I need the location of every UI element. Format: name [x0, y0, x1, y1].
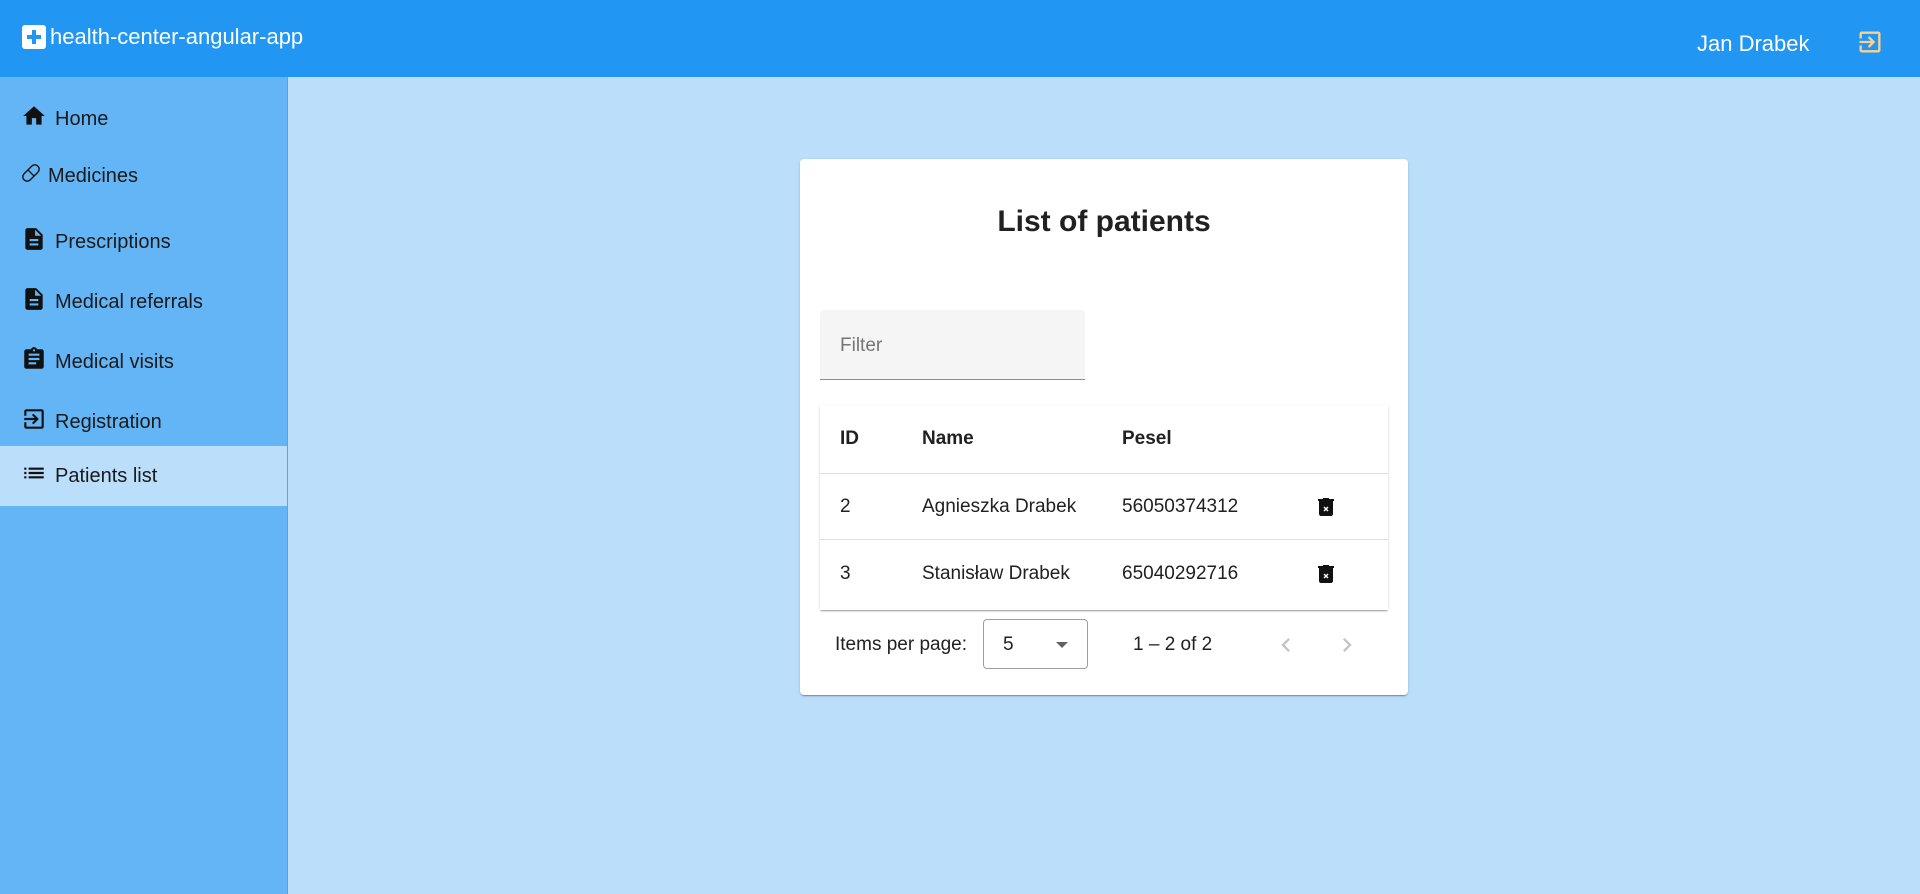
paginator: Items per page: 5 1 – 2 of 2 — [800, 610, 1408, 680]
table-row: 3 Stanisław Drabek 65040292716 — [820, 541, 1388, 607]
page-range-label: 1 – 2 of 2 — [1133, 634, 1213, 655]
sidebar-item-label: Home — [55, 107, 109, 130]
sidebar-item-label: Registration — [55, 410, 162, 433]
list-icon — [21, 460, 47, 486]
column-header-id[interactable]: ID — [840, 405, 859, 473]
pill-icon — [18, 160, 44, 186]
clipboard-icon — [21, 346, 47, 372]
sidebar-item-home[interactable]: Home — [0, 89, 287, 149]
table-row: 2 Agnieszka Drabek 56050374312 — [820, 474, 1388, 540]
sidebar-item-patients-list[interactable]: Patients list — [0, 446, 287, 506]
document-icon — [21, 286, 47, 312]
patients-table: ID Name Pesel 2 Agnieszka Drabek 5605037… — [820, 405, 1388, 610]
app-brand[interactable]: health-center-angular-app — [22, 24, 303, 50]
page-size-value: 5 — [1003, 634, 1014, 655]
sidebar: Home Medicines Prescriptions Medical ref… — [0, 77, 288, 894]
column-header-pesel[interactable]: Pesel — [1122, 405, 1172, 473]
column-header-name[interactable]: Name — [922, 405, 974, 473]
sidebar-item-medical-referrals[interactable]: Medical referrals — [0, 272, 287, 332]
document-icon — [21, 226, 47, 252]
cell-pesel: 56050374312 — [1122, 495, 1239, 517]
cell-name: Stanisław Drabek — [922, 563, 1070, 584]
sidebar-item-medicines[interactable]: Medicines — [0, 146, 287, 206]
sidebar-item-label: Medical referrals — [55, 290, 203, 313]
user-name: Jan Drabek — [1697, 31, 1810, 56]
sidebar-item-label: Patients list — [55, 464, 158, 487]
sidebar-item-label: Medical visits — [55, 350, 174, 373]
page-title: List of patients — [997, 205, 1211, 238]
sidebar-item-registration[interactable]: Registration — [0, 392, 287, 452]
home-icon — [21, 103, 47, 129]
sidebar-item-medical-visits[interactable]: Medical visits — [0, 332, 287, 392]
sidebar-item-prescriptions[interactable]: Prescriptions — [0, 212, 287, 272]
dropdown-arrow-icon — [1056, 642, 1068, 648]
logout-icon[interactable] — [1856, 28, 1884, 56]
sidebar-item-label: Medicines — [48, 164, 139, 187]
cell-name: Agnieszka Drabek — [922, 495, 1077, 517]
page-size-select[interactable]: 5 — [983, 619, 1088, 669]
sidebar-item-label: Prescriptions — [55, 230, 171, 253]
app-title: health-center-angular-app — [50, 24, 304, 49]
cell-pesel: 65040292716 — [1122, 563, 1239, 584]
table-header-row: ID Name Pesel — [820, 405, 1388, 474]
previous-page-icon[interactable] — [1272, 631, 1300, 659]
items-per-page-label: Items per page: — [835, 634, 968, 655]
filter-field[interactable] — [820, 310, 1085, 380]
filter-input[interactable] — [840, 332, 1065, 360]
login-icon — [21, 406, 47, 432]
top-toolbar: health-center-angular-app Jan Drabek — [0, 0, 1920, 77]
medical-cross-icon — [22, 25, 46, 49]
delete-icon[interactable] — [1314, 562, 1338, 586]
cell-id: 3 — [840, 563, 851, 584]
patients-card: List of patients ID Name Pesel 2 Agniesz… — [800, 159, 1408, 695]
cell-id: 2 — [840, 495, 851, 517]
delete-icon[interactable] — [1314, 495, 1338, 519]
next-page-icon[interactable] — [1333, 631, 1361, 659]
